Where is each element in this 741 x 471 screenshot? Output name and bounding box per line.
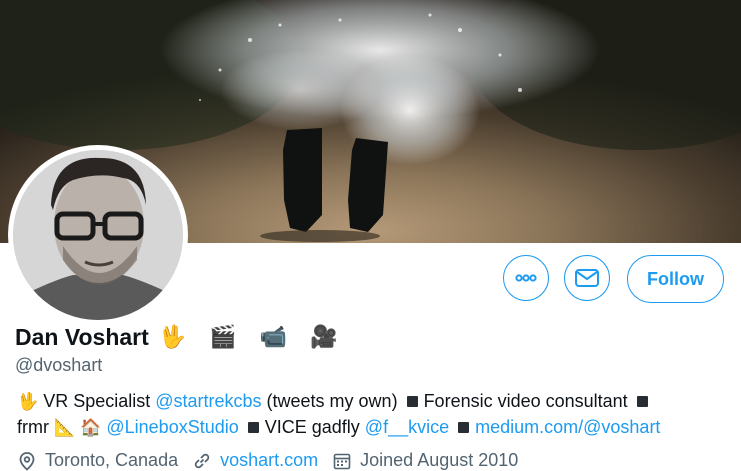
bio-line-1: 🖖 VR Specialist @startrekcbs (tweets my … bbox=[17, 389, 737, 415]
black-square-icon bbox=[247, 421, 259, 433]
location-text: Toronto, Canada bbox=[45, 450, 179, 470]
bio-link-fkvice[interactable]: @f__kvice bbox=[365, 417, 449, 437]
calendar-icon bbox=[333, 453, 351, 469]
profile-bio: 🖖 VR Specialist @startrekcbs (tweets my … bbox=[17, 389, 737, 441]
bio-link-startrekcbs[interactable]: @startrekcbs bbox=[155, 391, 261, 411]
joined-text: Joined August 2010 bbox=[360, 450, 519, 470]
website-item: voshart.com bbox=[192, 450, 318, 471]
avatar[interactable] bbox=[13, 150, 183, 320]
profile-name-emoji: 🖖 🎬 📹 🎥 bbox=[158, 325, 346, 350]
profile-meta: Toronto, Canada voshart.com Joined Augus… bbox=[17, 450, 532, 471]
bio-link-medium[interactable]: medium.com/@voshart bbox=[475, 417, 660, 437]
link-icon bbox=[194, 453, 210, 468]
black-square-icon bbox=[406, 395, 418, 407]
profile-handle: @dvoshart bbox=[15, 355, 103, 375]
bio-line-2: frmr 📐 🏠 @LineboxStudio VICE gadfly @f__k… bbox=[17, 415, 737, 441]
follow-button-label: Follow bbox=[647, 268, 704, 289]
website-link[interactable]: voshart.com bbox=[220, 450, 318, 471]
bio-text: VICE gadfly bbox=[264, 417, 365, 437]
more-button[interactable] bbox=[503, 255, 549, 301]
envelope-icon bbox=[575, 269, 599, 287]
vulcan-salute-emoji: 🖖 bbox=[17, 392, 39, 412]
joined-item: Joined August 2010 bbox=[332, 450, 518, 471]
bio-text: VR Specialist bbox=[43, 391, 156, 411]
bio-text: Forensic video consultant bbox=[423, 391, 628, 411]
bio-link-lineboxstudio[interactable]: @LineboxStudio bbox=[106, 417, 238, 437]
black-square-icon bbox=[636, 395, 648, 407]
location-pin-icon bbox=[19, 451, 35, 471]
bio-text: (tweets my own) bbox=[261, 391, 398, 411]
avatar-photo bbox=[13, 150, 183, 320]
profile-name-row: Dan Voshart 🖖 🎬 📹 🎥 bbox=[15, 324, 345, 351]
house-emoji: 🏠 bbox=[80, 418, 102, 438]
black-square-icon bbox=[458, 421, 470, 433]
location-item: Toronto, Canada bbox=[17, 450, 178, 471]
message-button[interactable] bbox=[564, 255, 610, 301]
triangular-ruler-emoji: 📐 bbox=[54, 418, 76, 438]
more-horizontal-icon bbox=[515, 274, 537, 282]
profile-actions: Follow bbox=[503, 255, 724, 303]
profile-name: Dan Voshart bbox=[15, 324, 149, 350]
bio-text: frmr bbox=[17, 417, 49, 437]
follow-button[interactable]: Follow bbox=[627, 255, 724, 303]
